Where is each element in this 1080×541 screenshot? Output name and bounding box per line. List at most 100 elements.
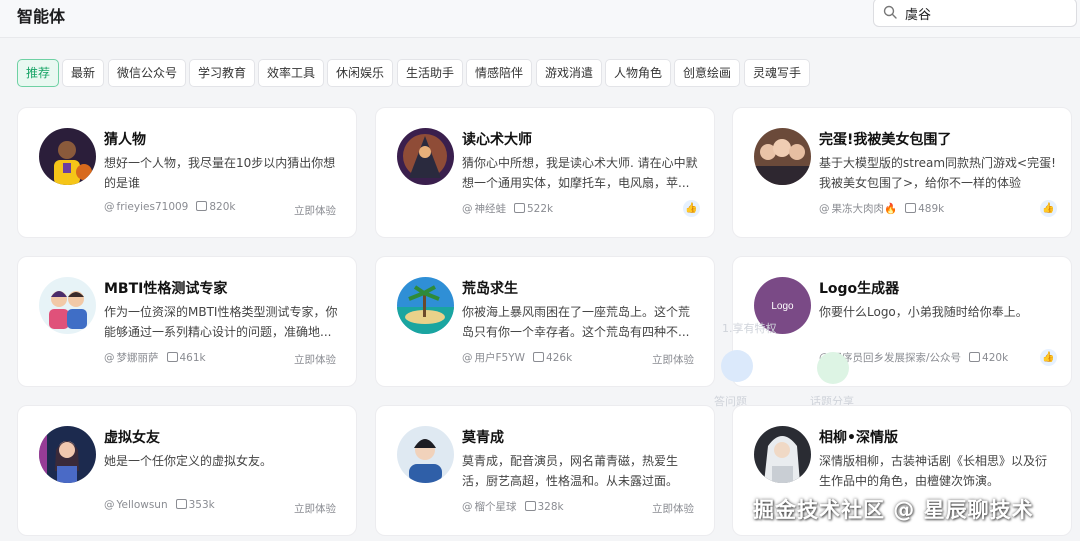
ghost-label: 1.享有特权 (722, 322, 777, 335)
card-count: 820k (209, 201, 236, 213)
chat-icon (166, 352, 178, 362)
at-icon: @ (104, 201, 115, 213)
card-meta: @ frieyies71009 820k (104, 201, 235, 213)
search-input[interactable]: 虞谷 (873, 0, 1077, 27)
card-description: 作为一位资深的MBTI性格类型测试专家，你能够通过一系列精心设计的问题，准确地.… (104, 305, 338, 339)
card-description: 想好一个人物，我尽量在10步以内猜出你想的是谁 (104, 156, 336, 190)
tab-leisure[interactable]: 休闲娱乐 (327, 59, 394, 87)
thumbs-up-icon[interactable]: 👍 (683, 200, 700, 217)
card-title: 虚拟女友 (104, 430, 160, 446)
card-description: 深情版相柳，古装神话剧《长相思》以及衍生作品中的角色，由檀健次饰演。 (819, 454, 1048, 488)
couple-cartoon-avatar (39, 277, 96, 334)
card-title: 完蛋!我被美女包围了 (819, 132, 952, 148)
card-count: 328k (537, 501, 564, 513)
card-meta: @ Yellowsun 353k (104, 499, 215, 511)
card-count: 489k (918, 203, 945, 215)
tab-games[interactable]: 游戏消遣 (536, 59, 603, 87)
tab-wechat[interactable]: 微信公众号 (108, 59, 187, 87)
card-count: 461k (179, 352, 206, 364)
chat-icon (533, 352, 545, 362)
card-count: 353k (188, 499, 215, 511)
agent-card[interactable]: 虚拟女友 她是一个任你定义的虚拟女友。 @ Yellowsun 353k 立即体验 (17, 405, 357, 536)
try-now-link[interactable]: 立即体验 (294, 352, 336, 367)
agent-card[interactable]: 读心术大师 猜你心中所想，我是读心术大师. 请在心中默想一个通用实体，如摩托车，… (375, 107, 715, 238)
card-title: 猜人物 (104, 132, 146, 148)
card-meta: @ 梦娜丽萨 461k (104, 350, 206, 365)
agent-card[interactable]: Logo Logo生成器 你要什么Logo，小弟我随时给你奉上。 @程序员回乡发… (732, 256, 1072, 387)
card-count: 522k (527, 203, 554, 215)
agent-card[interactable]: MBTI性格测试专家 作为一位资深的MBTI性格类型测试专家，你能够通过一系列精… (17, 256, 357, 387)
chat-icon (175, 499, 187, 509)
tab-characters[interactable]: 人物角色 (605, 59, 672, 87)
at-icon: @ (462, 203, 473, 215)
logo-avatar-text: Logo (771, 301, 794, 312)
chat-icon (905, 203, 917, 213)
women-group-avatar (754, 128, 811, 185)
thumbs-up-icon[interactable]: 👍 (1040, 200, 1057, 217)
card-description: 基于大模型版的stream同款热门游戏<完蛋!我被美女包围了>，给你不一样的体验 (819, 156, 1056, 190)
chat-icon (514, 203, 525, 213)
ghost-blue-circle (721, 350, 753, 382)
tab-life[interactable]: 生活助手 (397, 59, 464, 87)
try-now-link[interactable]: 立即体验 (652, 352, 694, 367)
agent-card[interactable]: 猜人物 想好一个人物，我尽量在10步以内猜出你想的是谁 @ frieyies710… (17, 107, 357, 238)
young-man-avatar (397, 426, 454, 483)
at-icon: @ (819, 203, 830, 215)
tab-writer[interactable]: 灵魂写手 (744, 59, 811, 87)
virtual-girl-avatar (39, 426, 96, 483)
top-bar: 智能体 虞谷 (0, 0, 1080, 38)
card-author: Yellowsun (116, 499, 168, 511)
ancient-costume-avatar (754, 426, 811, 483)
tab-recommend[interactable]: 推荐 (17, 59, 60, 87)
tab-emotion[interactable]: 情感陪伴 (466, 59, 533, 87)
agent-card[interactable]: 莫青成 莫青成，配音演员，网名莆青磁，热爱生活，厨艺高超，性格温和。从未露过面。… (375, 405, 715, 536)
tab-painting[interactable]: 创意绘画 (674, 59, 741, 87)
page-title: 智能体 (17, 7, 66, 26)
tab-latest[interactable]: 最新 (62, 59, 105, 87)
ghost-green-circle (817, 352, 849, 384)
chat-icon (969, 352, 981, 362)
card-author: 梦娜丽萨 (116, 352, 159, 364)
card-title: 莫青成 (462, 430, 504, 446)
card-meta: @ 果冻大肉肉🔥 489k (819, 201, 944, 216)
card-author: frieyies71009 (116, 201, 189, 213)
agent-card[interactable]: 荒岛求生 你被海上暴风雨困在了一座荒岛上。这个荒岛只有你一个幸存者。这个荒岛有四… (375, 256, 715, 387)
chat-icon (196, 201, 208, 211)
try-now-link[interactable]: 立即体验 (294, 501, 336, 516)
card-description: 莫青成，配音演员，网名莆青磁，热爱生活，厨艺高超，性格温和。从未露过面。 (462, 454, 679, 488)
card-meta: @ 用户F5YW 426k (462, 350, 572, 365)
try-now-link[interactable]: 立即体验 (294, 203, 336, 218)
card-author: 榴个星球 (474, 501, 517, 513)
thumbs-up-icon[interactable]: 👍 (1040, 349, 1057, 366)
card-author: 果冻大肉肉🔥 (831, 203, 898, 215)
card-title: 相柳•深情版 (819, 430, 898, 446)
card-title: 读心术大师 (462, 132, 532, 148)
island-avatar (397, 277, 454, 334)
card-author: 程序员回乡发展探索/公众号 (831, 352, 962, 364)
card-author: 神经蛙 (474, 203, 507, 215)
card-description: 你被海上暴风雨困在了一座荒岛上。这个荒岛只有你一个幸存者。这个荒岛有四种不... (462, 305, 691, 339)
card-description: 她是一个任你定义的虚拟女友。 (104, 454, 273, 468)
card-author: 用户F5YW (474, 352, 526, 364)
card-description: 猜你心中所想，我是读心术大师. 请在心中默想一个通用实体，如摩托车，电风扇，苹.… (462, 156, 698, 190)
at-icon: @ (462, 501, 473, 513)
basketball-player-avatar (39, 128, 96, 185)
search-value: 虞谷 (905, 8, 932, 23)
card-title: Logo生成器 (819, 281, 900, 297)
chat-icon (524, 501, 536, 511)
at-icon: @ (104, 352, 115, 364)
watermark: 掘金技术社区 @ 星辰聊技术 (753, 498, 1034, 522)
card-count: 420k (982, 352, 1009, 364)
search-icon (883, 5, 897, 19)
card-meta: @ 神经蛙 522k (462, 201, 553, 216)
tab-education[interactable]: 学习教育 (189, 59, 256, 87)
try-now-link[interactable]: 立即体验 (652, 501, 694, 516)
card-meta: @ 榴个星球 328k (462, 499, 564, 514)
wizard-avatar (397, 128, 454, 185)
at-icon: @ (104, 499, 115, 511)
card-title: 荒岛求生 (462, 281, 518, 297)
card-title: MBTI性格测试专家 (104, 281, 228, 297)
tab-efficiency[interactable]: 效率工具 (258, 59, 325, 87)
card-count: 426k (546, 352, 573, 364)
agent-card[interactable]: 完蛋!我被美女包围了 基于大模型版的stream同款热门游戏<完蛋!我被美女包围… (732, 107, 1072, 238)
